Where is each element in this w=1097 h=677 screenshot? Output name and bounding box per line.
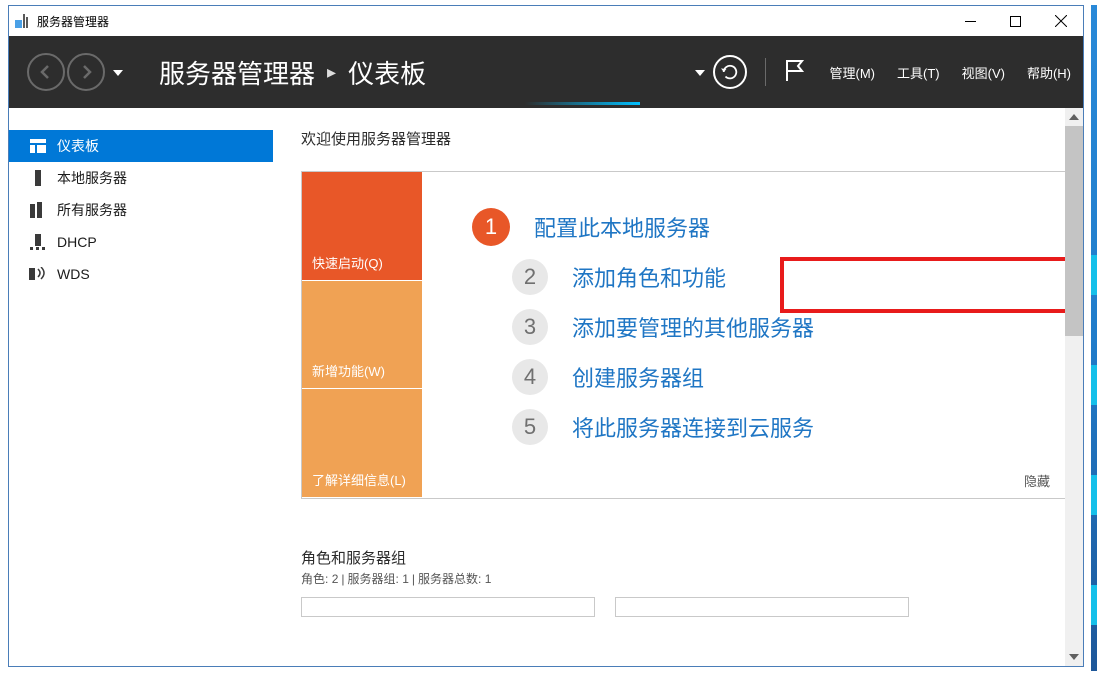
roles-section: 角色和服务器组 角色: 2|服务器组: 1|服务器总数: 1 xyxy=(301,547,1071,617)
task-link-add-roles[interactable]: 添加角色和功能 xyxy=(572,261,726,293)
menu-view[interactable]: 视图(V) xyxy=(962,63,1005,82)
menu-manage[interactable]: 管理(M) xyxy=(830,63,876,82)
task-link-connect-cloud[interactable]: 将此服务器连接到云服务 xyxy=(572,411,814,443)
task-link-create-group[interactable]: 创建服务器组 xyxy=(572,361,704,393)
welcome-title: 欢迎使用服务器管理器 xyxy=(301,128,1071,149)
breadcrumb-page: 仪表板 xyxy=(348,54,426,91)
sidebar-item-label: DHCP xyxy=(57,234,97,250)
main: 仪表板 本地服务器 所有服务器 DHCP WDS 欢迎使用服务器管理器 xyxy=(9,108,1083,666)
app-icon xyxy=(15,14,31,28)
nav-dropdown-icon[interactable] xyxy=(113,63,123,81)
sidebar: 仪表板 本地服务器 所有服务器 DHCP WDS xyxy=(9,108,273,666)
tasks-list: 1 配置此本地服务器 2 添加角色和功能 3 添加要管理的其他服务器 4 创建服… xyxy=(422,172,1050,498)
servers-icon xyxy=(29,202,47,218)
topbar-actions: 管理(M) 工具(T) 视图(V) 帮助(H) xyxy=(695,55,1072,89)
task-row-4: 4 创建服务器组 xyxy=(472,352,1050,402)
dropdown-caret-icon[interactable] xyxy=(695,63,705,81)
refresh-button[interactable] xyxy=(713,55,747,89)
sidebar-item-local-server[interactable]: 本地服务器 xyxy=(9,162,273,194)
sidebar-item-label: WDS xyxy=(57,266,90,282)
desktop-edge xyxy=(1091,5,1097,671)
sidebar-item-label: 所有服务器 xyxy=(57,200,127,220)
roles-boxes xyxy=(301,597,1071,617)
close-button[interactable] xyxy=(1038,6,1083,36)
task-row-5: 5 将此服务器连接到云服务 xyxy=(472,402,1050,452)
sidebar-item-all-servers[interactable]: 所有服务器 xyxy=(9,194,273,226)
nav-arrows xyxy=(27,53,131,91)
whatsnew-block[interactable]: 新增功能(W) xyxy=(302,281,422,390)
task-row-3: 3 添加要管理的其他服务器 xyxy=(472,302,1050,352)
window-controls xyxy=(948,6,1083,36)
app-window: 服务器管理器 服务器管理器 ▸ 仪表板 管理(M) 工具(T) xyxy=(8,5,1084,667)
titlebar-title: 服务器管理器 xyxy=(37,13,948,30)
welcome-box: 快速启动(Q) 新增功能(W) 了解详细信息(L) 1 配置此本地服务器 2 添… xyxy=(301,171,1071,499)
dashboard-icon xyxy=(29,138,47,154)
roles-subtitle: 角色: 2|服务器组: 1|服务器总数: 1 xyxy=(301,570,1071,587)
breadcrumb-root[interactable]: 服务器管理器 xyxy=(159,54,315,91)
scroll-thumb[interactable] xyxy=(1065,126,1083,336)
role-box[interactable] xyxy=(615,597,909,617)
refresh-icon xyxy=(721,63,739,81)
progress-underline xyxy=(525,102,640,105)
nav-forward-button[interactable] xyxy=(67,53,105,91)
titlebar: 服务器管理器 xyxy=(9,6,1083,36)
role-box[interactable] xyxy=(301,597,595,617)
maximize-button[interactable] xyxy=(993,6,1038,36)
menu-bar: 管理(M) 工具(T) 视图(V) 帮助(H) xyxy=(830,63,1072,82)
dhcp-icon xyxy=(29,234,47,250)
task-number-2: 2 xyxy=(512,259,548,295)
sidebar-item-wds[interactable]: WDS xyxy=(9,258,273,290)
sidebar-item-dhcp[interactable]: DHCP xyxy=(9,226,273,258)
breadcrumb-separator-icon: ▸ xyxy=(327,62,336,83)
scroll-down-button[interactable] xyxy=(1065,648,1083,666)
quickstart-block[interactable]: 快速启动(Q) xyxy=(302,172,422,281)
menu-help[interactable]: 帮助(H) xyxy=(1027,63,1071,82)
hide-link[interactable]: 隐藏 xyxy=(1024,471,1050,490)
sidebar-item-dashboard[interactable]: 仪表板 xyxy=(9,130,273,162)
welcome-left-blocks: 快速启动(Q) 新增功能(W) 了解详细信息(L) xyxy=(302,172,422,498)
task-row-1: 1 配置此本地服务器 xyxy=(472,202,1050,252)
nav-back-button[interactable] xyxy=(27,53,65,91)
task-link-configure-local[interactable]: 配置此本地服务器 xyxy=(534,211,710,243)
learnmore-block[interactable]: 了解详细信息(L) xyxy=(302,389,422,498)
wds-icon xyxy=(29,266,47,282)
content: 欢迎使用服务器管理器 快速启动(Q) 新增功能(W) 了解详细信息(L) 1 配… xyxy=(273,108,1083,666)
task-row-2: 2 添加角色和功能 xyxy=(472,252,1050,302)
menu-tools[interactable]: 工具(T) xyxy=(897,63,940,82)
minimize-button[interactable] xyxy=(948,6,993,36)
roles-title: 角色和服务器组 xyxy=(301,547,1071,568)
sidebar-item-label: 本地服务器 xyxy=(57,168,127,188)
sidebar-item-label: 仪表板 xyxy=(57,136,99,156)
task-number-5: 5 xyxy=(512,409,548,445)
scroll-up-button[interactable] xyxy=(1065,108,1083,126)
notifications-flag-icon[interactable] xyxy=(784,58,804,87)
topbar: 服务器管理器 ▸ 仪表板 管理(M) 工具(T) 视图(V) 帮助(H) xyxy=(9,36,1083,108)
scrollbar[interactable] xyxy=(1065,108,1083,666)
task-number-4: 4 xyxy=(512,359,548,395)
divider xyxy=(765,58,766,86)
task-link-add-servers[interactable]: 添加要管理的其他服务器 xyxy=(572,311,814,343)
task-number-1: 1 xyxy=(472,208,510,246)
task-number-3: 3 xyxy=(512,309,548,345)
server-icon xyxy=(29,170,47,186)
